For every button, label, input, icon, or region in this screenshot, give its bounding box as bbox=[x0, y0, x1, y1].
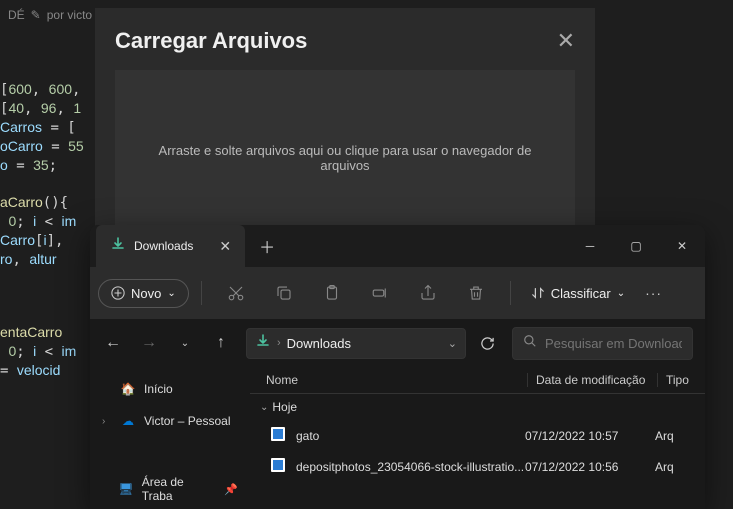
edit-icon: ✎ bbox=[31, 8, 41, 22]
image-file-icon bbox=[270, 426, 288, 445]
toolbar-separator bbox=[510, 281, 511, 305]
chevron-down-icon: ⌄ bbox=[167, 288, 175, 299]
download-icon bbox=[110, 236, 126, 257]
tab-text: DÉ bbox=[8, 8, 25, 22]
pin-icon[interactable]: 📌 bbox=[224, 483, 238, 496]
explorer-tab-label: Downloads bbox=[134, 239, 193, 253]
new-tab-button[interactable]: ＋ bbox=[245, 234, 289, 258]
more-button[interactable]: ··· bbox=[637, 285, 670, 301]
delete-button[interactable] bbox=[454, 275, 498, 311]
upload-header: Carregar Arquivos ✕ bbox=[115, 28, 575, 54]
refresh-button[interactable] bbox=[470, 326, 504, 360]
address-text: Downloads bbox=[287, 336, 442, 351]
sidebar-item-label: Início bbox=[144, 382, 173, 396]
close-window-button[interactable]: ✕ bbox=[659, 225, 705, 267]
search-input[interactable] bbox=[545, 336, 682, 351]
group-header[interactable]: ⌄ Hoje bbox=[250, 394, 705, 420]
file-type: Arq bbox=[655, 429, 695, 443]
sort-button[interactable]: Classificar ⌄ bbox=[523, 286, 633, 301]
column-name[interactable]: Nome bbox=[258, 373, 527, 387]
up-button[interactable]: ↑ bbox=[204, 326, 238, 360]
explorer-body: 🏠 Início › ☁ Victor – Pessoal 🖥 Área de … bbox=[90, 367, 705, 509]
address-bar[interactable]: › Downloads ⌄ bbox=[246, 328, 466, 359]
upload-title: Carregar Arquivos bbox=[115, 28, 307, 54]
search-bar[interactable] bbox=[512, 327, 693, 360]
image-file-icon bbox=[270, 457, 288, 476]
back-button[interactable]: ← bbox=[96, 326, 130, 360]
chevron-right-icon: › bbox=[277, 337, 281, 349]
chevron-down-icon: ⌄ bbox=[260, 402, 268, 413]
sidebar-item-personal[interactable]: › ☁ Victor – Pessoal bbox=[94, 407, 246, 435]
chevron-down-icon[interactable]: ⌄ bbox=[448, 337, 457, 350]
file-list: Nome Data de modificação Tipo ⌄ Hoje gat… bbox=[250, 367, 705, 509]
tab-group: Downloads ✕ ＋ bbox=[90, 225, 289, 267]
file-row[interactable]: depositphotos_23054066-stock-illustratio… bbox=[250, 451, 705, 482]
plus-circle-icon bbox=[111, 286, 125, 300]
file-date: 07/12/2022 10:56 bbox=[525, 460, 655, 474]
share-button[interactable] bbox=[406, 275, 450, 311]
file-name: depositphotos_23054066-stock-illustratio… bbox=[296, 460, 525, 474]
file-date: 07/12/2022 10:57 bbox=[525, 429, 655, 443]
file-row[interactable]: gato 07/12/2022 10:57 Arq bbox=[250, 420, 705, 451]
explorer-tab[interactable]: Downloads ✕ bbox=[96, 225, 245, 267]
file-name: gato bbox=[296, 429, 525, 443]
chevron-right-icon[interactable]: › bbox=[102, 416, 112, 427]
code-file-tab[interactable]: DÉ ✎ por victo bbox=[0, 0, 100, 30]
titlebar: Downloads ✕ ＋ ─ ▢ ✕ bbox=[90, 225, 705, 267]
maximize-button[interactable]: ▢ bbox=[613, 225, 659, 267]
search-icon bbox=[523, 334, 537, 353]
sidebar-item-home[interactable]: 🏠 Início bbox=[94, 375, 246, 403]
sidebar-item-label: Victor – Pessoal bbox=[144, 414, 231, 428]
download-icon bbox=[255, 333, 271, 354]
file-explorer-window: Downloads ✕ ＋ ─ ▢ ✕ Novo ⌄ Classificar ⌄ bbox=[90, 225, 705, 509]
file-type: Arq bbox=[655, 460, 695, 474]
minimize-button[interactable]: ─ bbox=[567, 225, 613, 267]
sidebar: 🏠 Início › ☁ Victor – Pessoal 🖥 Área de … bbox=[90, 367, 250, 509]
toolbar: Novo ⌄ Classificar ⌄ ··· bbox=[90, 267, 705, 319]
sort-icon bbox=[531, 286, 545, 300]
recent-button[interactable]: ⌄ bbox=[168, 326, 202, 360]
new-button-label: Novo bbox=[131, 286, 161, 301]
window-controls: ─ ▢ ✕ bbox=[567, 225, 705, 267]
sidebar-item-desktop[interactable]: 🖥 Área de Traba 📌 bbox=[94, 469, 246, 509]
chevron-down-icon: ⌄ bbox=[617, 288, 625, 299]
column-type[interactable]: Tipo bbox=[657, 373, 697, 387]
forward-button[interactable]: → bbox=[132, 326, 166, 360]
paste-button[interactable] bbox=[310, 275, 354, 311]
code-content[interactable]: [600, 600, [40, 96, 1 Carros = [ oCarro … bbox=[0, 80, 84, 380]
sort-label: Classificar bbox=[551, 286, 611, 301]
nav-row: ← → ⌄ ↑ › Downloads ⌄ bbox=[90, 319, 705, 367]
group-label: Hoje bbox=[272, 400, 297, 414]
toolbar-separator bbox=[201, 281, 202, 305]
rename-button[interactable] bbox=[358, 275, 402, 311]
onedrive-icon: ☁ bbox=[120, 413, 136, 429]
home-icon: 🏠 bbox=[120, 381, 136, 397]
cut-button[interactable] bbox=[214, 275, 258, 311]
sidebar-item-label: Área de Traba bbox=[142, 475, 217, 503]
tab-author: por victo bbox=[47, 8, 92, 22]
tab-close-icon[interactable]: ✕ bbox=[219, 238, 231, 255]
close-icon[interactable]: ✕ bbox=[557, 30, 575, 52]
list-header: Nome Data de modificação Tipo bbox=[250, 367, 705, 394]
column-date[interactable]: Data de modificação bbox=[527, 373, 657, 387]
copy-button[interactable] bbox=[262, 275, 306, 311]
drop-zone-text: Arraste e solte arquivos aqui ou clique … bbox=[155, 143, 535, 173]
new-button[interactable]: Novo ⌄ bbox=[98, 279, 189, 308]
desktop-icon: 🖥 bbox=[118, 481, 134, 497]
drop-zone[interactable]: Arraste e solte arquivos aqui ou clique … bbox=[115, 70, 575, 245]
